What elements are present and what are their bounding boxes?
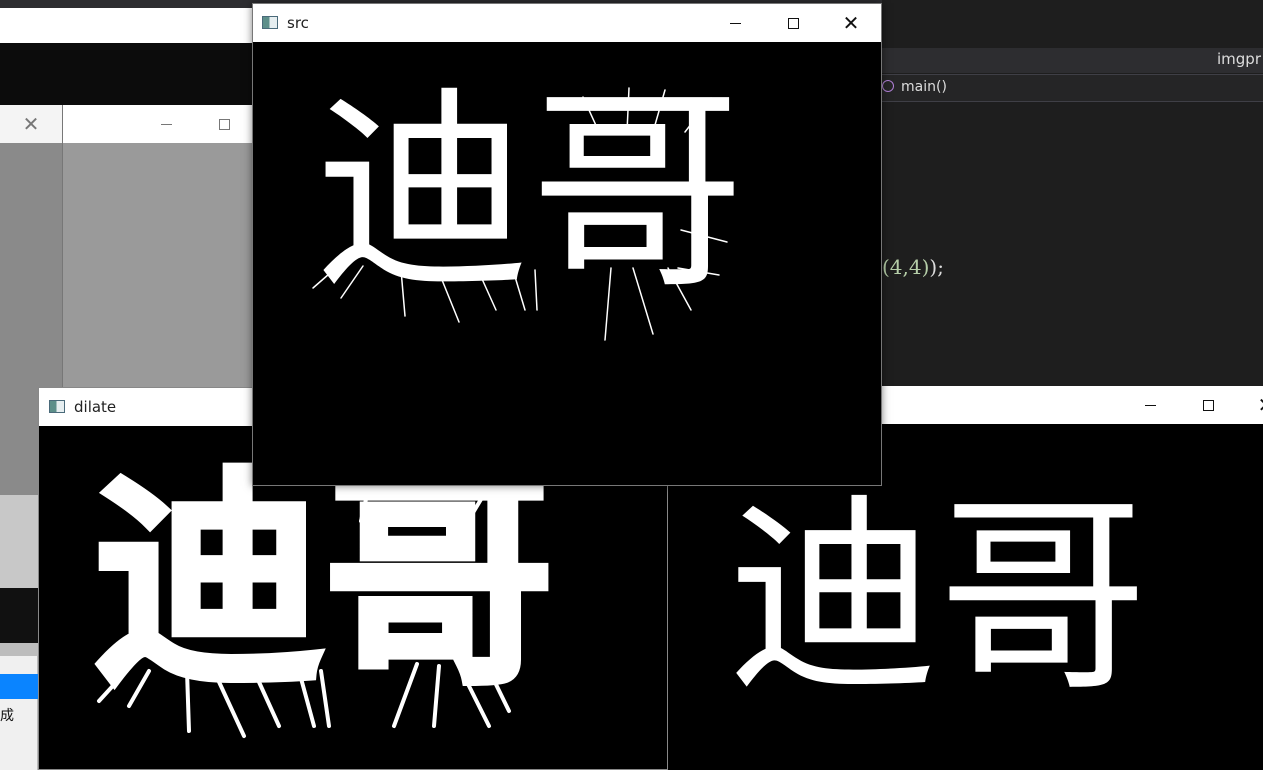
src-image-canvas: 迪哥 (253, 42, 881, 485)
erode-image-text: 迪哥 (728, 475, 1148, 720)
function-navigation-bar[interactable]: main() (882, 74, 1263, 102)
code-line: (4,4)); (882, 255, 944, 279)
close-icon[interactable]: ✕ (829, 8, 873, 38)
opencv-window-icon (49, 400, 65, 413)
selected-row[interactable] (0, 674, 38, 699)
background-window-dark (0, 43, 252, 105)
minimize-icon[interactable] (713, 8, 757, 38)
background-window-header (0, 8, 252, 43)
src-window[interactable]: src ✕ 迪哥 (252, 3, 882, 486)
background-window-b-titlebar (63, 105, 253, 143)
background-output-panel (0, 588, 38, 643)
function-icon (882, 80, 894, 92)
dilate-window-title: dilate (74, 398, 117, 416)
background-panel (0, 495, 38, 588)
editor-tab-bar (882, 48, 1263, 73)
function-name: main() (901, 79, 947, 95)
close-icon[interactable]: ✕ (1244, 390, 1263, 420)
background-divider (0, 643, 38, 656)
code-terminator: ); (929, 255, 944, 279)
maximize-icon[interactable] (1186, 390, 1230, 420)
minimize-icon[interactable] (1128, 390, 1172, 420)
opencv-window-icon (262, 16, 278, 29)
src-image-text: 迪哥 (315, 67, 745, 318)
maximize-icon[interactable] (771, 8, 815, 38)
close-icon[interactable]: ✕ (9, 109, 53, 139)
src-window-titlebar[interactable]: src ✕ (253, 4, 881, 42)
src-image: 迪哥 (312, 67, 745, 341)
editor-file-label[interactable]: imgpr (1217, 50, 1261, 68)
maximize-icon[interactable] (202, 109, 246, 139)
minimize-icon[interactable] (144, 109, 188, 139)
code-args: (4,4) (882, 255, 930, 279)
background-window-a-titlebar: ✕ (0, 105, 62, 143)
src-window-title: src (287, 14, 309, 32)
status-text: 成 (0, 708, 14, 724)
